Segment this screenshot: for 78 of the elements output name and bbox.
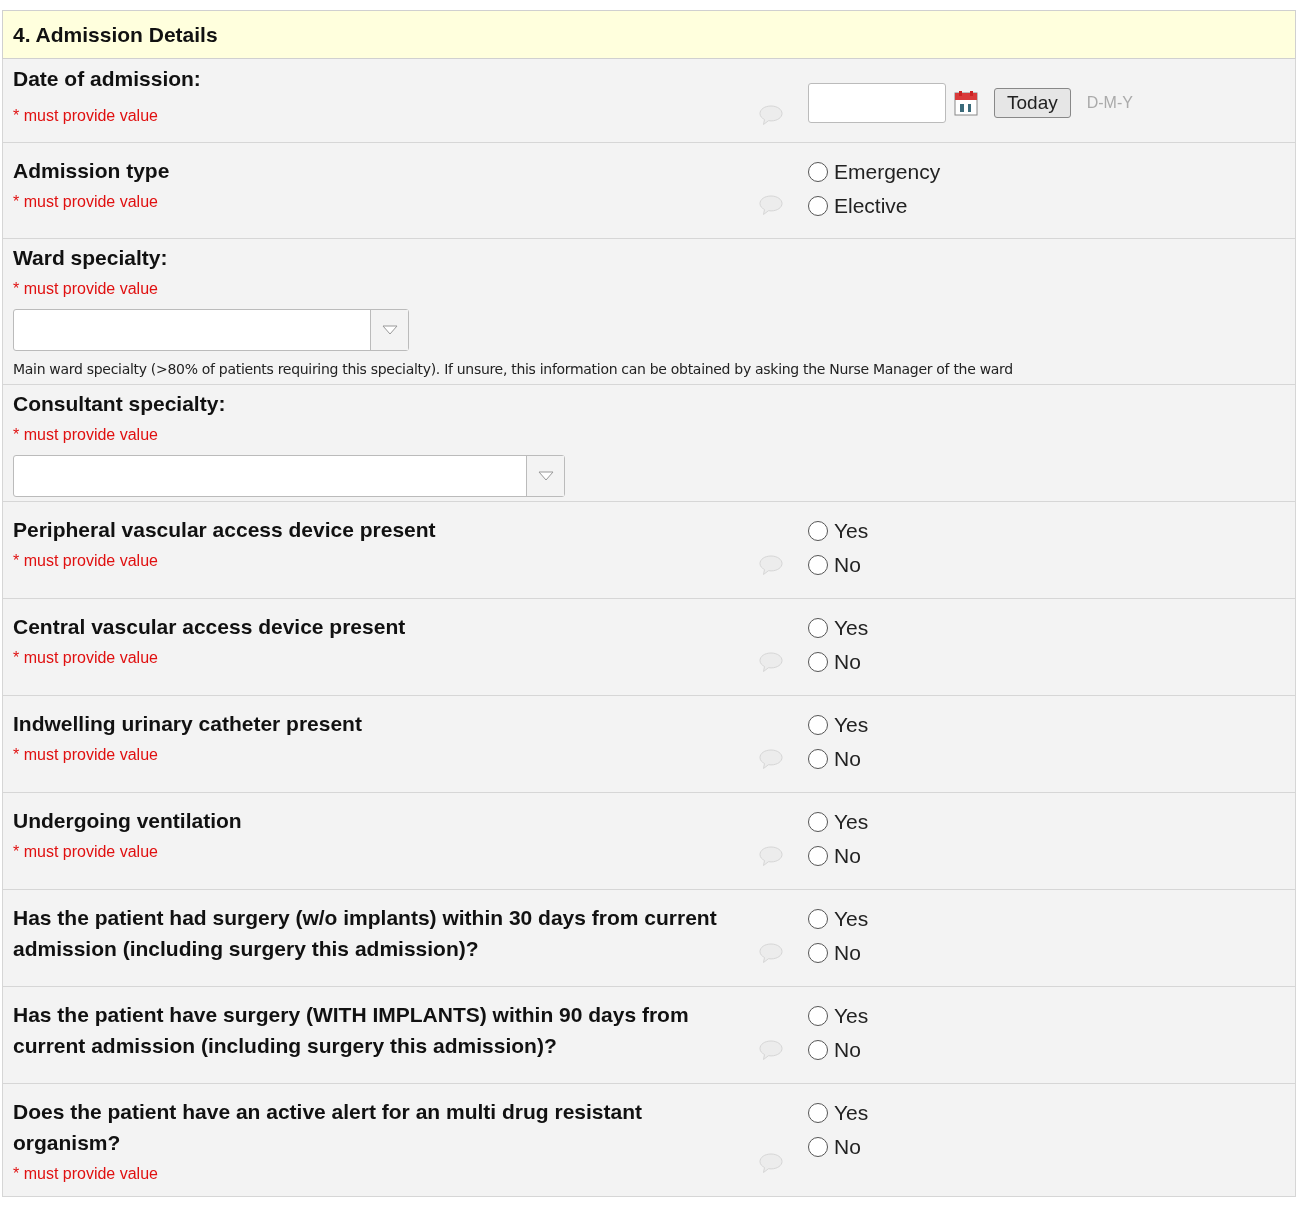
radio-option[interactable]: No <box>808 936 869 970</box>
radio-option[interactable]: Yes <box>808 999 869 1033</box>
radio-button[interactable] <box>808 1040 828 1060</box>
date-input[interactable] <box>808 83 946 123</box>
calendar-icon[interactable] <box>954 90 978 116</box>
option-label: No <box>834 1134 861 1161</box>
field-label: Undergoing ventilation <box>13 808 243 834</box>
radio-button[interactable] <box>808 618 828 638</box>
option-label: Yes <box>834 518 869 545</box>
field-label: Ward specialty: <box>13 245 169 271</box>
radio-button[interactable] <box>808 749 828 769</box>
radio-button[interactable] <box>808 846 828 866</box>
field-label: Has the patient had surgery (w/o implants) within 30 days from current admission (including surgery this admission)? <box>13 905 718 962</box>
required-note: * must provide value <box>13 192 159 212</box>
option-label: Yes <box>834 712 869 739</box>
radio-option[interactable]: No <box>808 548 869 582</box>
radio-button[interactable] <box>808 909 828 929</box>
field-note: Main ward specialty (>80% of patients requiring this specialty). If unsure, this information can be obtained by asking the Nurse Manager of the ward <box>13 360 1014 379</box>
radio-button[interactable] <box>808 943 828 963</box>
option-label: No <box>834 649 861 676</box>
radio-option[interactable]: Yes <box>808 805 869 839</box>
option-label: Yes <box>834 1003 869 1030</box>
option-label: Elective <box>834 193 908 220</box>
field-label: Peripheral vascular access device present <box>13 517 437 543</box>
option-label: Yes <box>834 906 869 933</box>
required-note: * must provide value <box>13 842 159 862</box>
radio-option[interactable]: No <box>808 645 869 679</box>
option-label: No <box>834 552 861 579</box>
radio-option[interactable]: No <box>808 1033 869 1067</box>
radio-option[interactable]: Yes <box>808 902 869 936</box>
option-label: Yes <box>834 809 869 836</box>
radio-option[interactable]: Emergency <box>808 155 941 189</box>
radio-button[interactable] <box>808 812 828 832</box>
field-label: Admission type <box>13 158 171 184</box>
field-label: Indwelling urinary catheter present <box>13 711 363 737</box>
dropdown-caret-icon <box>381 325 398 335</box>
field-label: Has the patient have surgery (WITH IMPLANTS) within 90 days from current admission (including surgery this admission)? <box>13 1002 690 1059</box>
date-format-hint: D-M-Y <box>1086 93 1133 113</box>
radio-option[interactable]: No <box>808 1130 869 1164</box>
radio-button[interactable] <box>808 652 828 672</box>
option-label: Yes <box>834 1100 869 1127</box>
section-header: 4. Admission Details <box>2 10 1296 59</box>
option-label: No <box>834 746 861 773</box>
field-label: Central vascular access device present <box>13 614 407 640</box>
required-note: * must provide value <box>13 106 159 126</box>
radio-option[interactable]: Elective <box>808 189 941 223</box>
option-label: Emergency <box>834 159 941 186</box>
field-label: Date of admission: <box>13 66 202 92</box>
radio-button[interactable] <box>808 1006 828 1026</box>
option-label: Yes <box>834 615 869 642</box>
required-note: * must provide value <box>13 425 159 445</box>
option-label: No <box>834 1037 861 1064</box>
field-label: Does the patient have an active alert for an multi drug resistant organism? <box>13 1099 643 1156</box>
option-label: No <box>834 940 861 967</box>
radio-button[interactable] <box>808 1137 828 1157</box>
radio-button[interactable] <box>808 521 828 541</box>
radio-option[interactable]: Yes <box>808 1096 869 1130</box>
required-note: * must provide value <box>13 745 159 765</box>
radio-option[interactable]: Yes <box>808 514 869 548</box>
radio-option[interactable]: Yes <box>808 611 869 645</box>
radio-option[interactable]: No <box>808 839 869 873</box>
required-note: * must provide value <box>13 279 159 299</box>
required-note: * must provide value <box>13 551 159 571</box>
required-note: * must provide value <box>13 648 159 668</box>
radio-button[interactable] <box>808 715 828 735</box>
dropdown-field[interactable] <box>13 309 409 351</box>
dropdown-field[interactable] <box>13 455 565 497</box>
field-label: Consultant specialty: <box>13 391 227 417</box>
required-note: * must provide value <box>13 1164 159 1184</box>
radio-option[interactable]: Yes <box>808 708 869 742</box>
radio-button[interactable] <box>808 1103 828 1123</box>
radio-button[interactable] <box>808 162 828 182</box>
dropdown-caret-icon <box>537 471 554 481</box>
radio-button[interactable] <box>808 196 828 216</box>
radio-button[interactable] <box>808 555 828 575</box>
option-label: No <box>834 843 861 870</box>
radio-option[interactable]: No <box>808 742 869 776</box>
today-button[interactable]: Today <box>994 88 1071 118</box>
